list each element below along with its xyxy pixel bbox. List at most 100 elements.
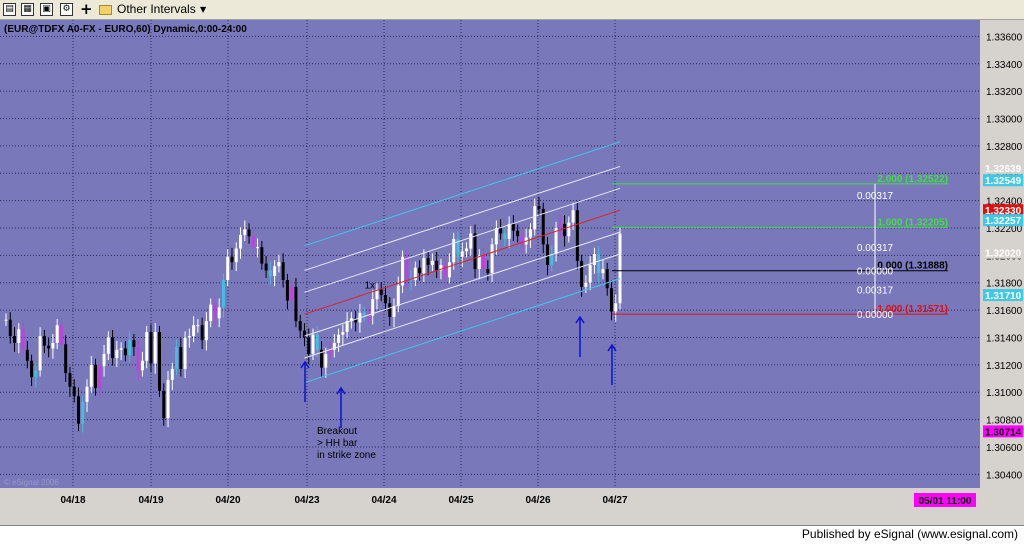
candle-body — [503, 233, 507, 239]
candle-body — [162, 390, 166, 419]
quote-icon[interactable]: ▣ — [40, 3, 53, 16]
candle-body — [51, 342, 55, 349]
candle-body — [550, 254, 554, 265]
candle-body — [337, 334, 341, 343]
annotation-breakout: Breakout — [317, 426, 357, 437]
candle-body — [580, 260, 584, 287]
candle-body — [383, 295, 387, 304]
candle-body — [567, 222, 571, 237]
candle-body — [47, 345, 51, 349]
candle-body — [89, 364, 93, 387]
chevron-down-icon[interactable]: ▼ — [200, 5, 206, 14]
candle-body — [200, 325, 204, 341]
candle-body — [298, 321, 302, 331]
candle-body — [59, 325, 63, 345]
candle-body — [217, 307, 221, 319]
candle-body — [588, 264, 592, 283]
y-tick-label: 1.30600 — [986, 443, 1023, 454]
candle-body — [94, 364, 98, 389]
candle-body — [281, 262, 285, 280]
candle-body — [494, 228, 498, 245]
y-tick-label: 1.30800 — [986, 416, 1023, 427]
candle-body — [418, 267, 422, 274]
candle-body — [563, 223, 567, 237]
candle-body — [38, 336, 42, 371]
candle-body — [25, 349, 29, 361]
price-marker-label: 1.32549 — [985, 176, 1022, 187]
price-marker-label: 1.32639 — [985, 164, 1022, 175]
candle-body — [209, 304, 213, 322]
candle-body — [460, 251, 464, 257]
candle-body — [145, 332, 149, 361]
candle-body — [213, 304, 217, 319]
price-marker-label: 1.30714 — [985, 427, 1022, 438]
chart-icon[interactable]: ▤ — [3, 3, 16, 16]
candle-body — [8, 319, 12, 337]
y-tick-label: 1.31000 — [986, 388, 1023, 399]
x-tick-label: 04/24 — [371, 495, 396, 506]
properties-icon[interactable]: ⚙ — [60, 3, 73, 16]
candle-body — [341, 332, 345, 335]
candle-body — [149, 332, 153, 364]
price-marker-label: 1.32020 — [985, 249, 1022, 260]
x-tick-label: 04/26 — [525, 495, 550, 506]
y-tick-label: 1.32800 — [986, 142, 1023, 153]
x-tick-label: 04/25 — [448, 495, 473, 506]
candle-body — [221, 280, 225, 308]
candle-body — [13, 336, 17, 343]
candle-body — [17, 329, 21, 343]
annotation-hh-bar: > HH bar — [317, 438, 358, 449]
y-tick-label: 1.33400 — [986, 60, 1023, 71]
candle-body — [239, 234, 243, 249]
candle-body — [516, 230, 520, 237]
candle-body — [388, 303, 392, 317]
candle-body — [76, 396, 80, 424]
candle-body — [528, 229, 532, 238]
plot-background — [0, 20, 980, 488]
y-tick-label: 1.33200 — [986, 87, 1023, 98]
candle-body — [256, 247, 260, 249]
candle-body — [170, 368, 174, 380]
candle-body — [422, 258, 426, 274]
candle-body — [204, 321, 208, 341]
candle-body — [30, 360, 34, 378]
y-tick-label: 1.31200 — [986, 361, 1023, 372]
candle-body — [68, 373, 72, 387]
candle-body — [443, 264, 447, 278]
price-chart[interactable]: 1.33600 1.33400 1.33200 1.33000 1.32800 1.326… — [0, 20, 1024, 525]
candle-body — [4, 319, 8, 321]
candle-body — [111, 337, 115, 358]
candle-body — [324, 353, 328, 368]
date-axis-panel — [0, 488, 1024, 525]
y-tick-label: 1.31400 — [986, 333, 1023, 344]
candle-body — [490, 244, 494, 274]
candle-body — [499, 228, 503, 234]
candle-body — [34, 370, 38, 378]
x-tick-label: 04/27 — [602, 495, 627, 506]
candle-body — [123, 348, 127, 356]
candle-body — [132, 340, 136, 348]
candle-body — [592, 254, 596, 265]
candle-body — [247, 229, 251, 237]
candle-body — [42, 336, 46, 346]
candle-body — [140, 360, 144, 371]
candle-body — [379, 289, 383, 296]
y-tick-label: 1.33600 — [986, 32, 1023, 43]
candle-body — [601, 269, 605, 274]
candle-body — [234, 248, 238, 263]
chart-area[interactable]: 1.33600 1.33400 1.33200 1.33000 1.32800 1.326… — [0, 20, 1024, 525]
candle-body — [175, 347, 179, 369]
candle-body — [226, 256, 230, 280]
candle-body — [362, 312, 366, 316]
add-icon[interactable]: + — [80, 0, 93, 18]
candle-body — [128, 340, 132, 356]
y-tick-label: 1.33000 — [986, 115, 1023, 126]
candle-body — [64, 344, 68, 374]
folder-icon[interactable] — [99, 5, 112, 15]
chart-title: (EUR@TDFX A0-FX - EURO,60) Dynamic,0:00-… — [4, 24, 247, 35]
intervals-dropdown[interactable]: Other Intervals — [117, 2, 196, 16]
candle-body — [558, 223, 562, 228]
table-icon[interactable]: ▦ — [21, 3, 34, 16]
candle-body — [179, 347, 183, 369]
candle-body — [153, 332, 157, 364]
